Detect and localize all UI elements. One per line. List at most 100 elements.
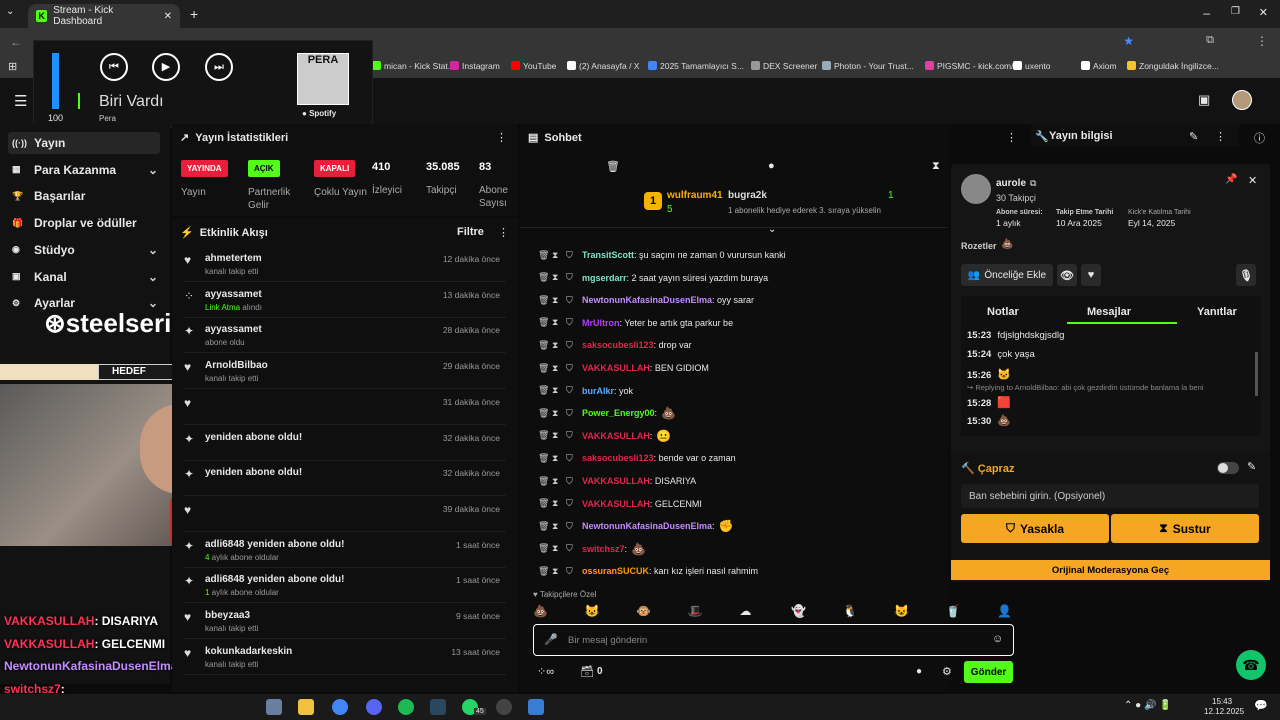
sidebar-item-1[interactable]: ▦ Para Kazanma ⌄: [12, 163, 158, 177]
delete-message-icon[interactable]: 🗑: [538, 453, 552, 464]
timeout-user-icon[interactable]: ⧗: [552, 295, 566, 306]
info-circle-icon[interactable]: ⓘ: [1254, 130, 1265, 146]
bookmark-star-icon[interactable]: ★: [1123, 34, 1134, 48]
microphone-icon[interactable]: 🎤: [544, 633, 558, 646]
pinned-expand-icon[interactable]: ⌄: [768, 224, 776, 235]
emote-icon[interactable]: 🥤: [946, 604, 961, 618]
activity-item[interactable]: ♥ kokunkadarkeskin kanalı takip etti 13 saa…: [184, 643, 506, 675]
back-icon[interactable]: ←: [10, 35, 22, 49]
notification-icon[interactable]: 💬: [1254, 699, 1268, 712]
delete-message-icon[interactable]: 🗑: [538, 340, 552, 351]
close-card-icon[interactable]: ✕: [1248, 174, 1257, 187]
delete-message-icon[interactable]: 🗑: [538, 295, 552, 306]
stats-menu-icon[interactable]: ⋮: [496, 131, 507, 144]
chat-username[interactable]: NewtonunKafasinaDusenElma: [582, 295, 712, 305]
chat-username[interactable]: NewtonunKafasinaDusenElma: [582, 521, 712, 531]
emote-icon[interactable]: 🎩: [688, 604, 703, 618]
scrollbar[interactable]: [1255, 352, 1258, 396]
play-button[interactable]: ▶: [152, 53, 180, 81]
spotify-icon[interactable]: [398, 699, 414, 715]
timeout-user-icon[interactable]: ⧗: [552, 272, 566, 283]
chat-username[interactable]: VAKKASULLAH: [582, 431, 650, 441]
chrome-icon[interactable]: [332, 699, 348, 715]
delete-message-icon[interactable]: 🗑: [538, 272, 552, 283]
chat-username[interactable]: VAKKASULLAH: [582, 476, 650, 486]
timeout-user-icon[interactable]: ⧗: [552, 385, 566, 396]
timeout-user-icon[interactable]: ⧗: [552, 566, 566, 577]
bookmark-item[interactable]: PIGSMC - kick.com/...: [925, 61, 1021, 71]
infinity-icon[interactable]: ⁘∞: [537, 665, 554, 678]
bookmark-item[interactable]: YouTube: [511, 61, 556, 71]
maximize-icon[interactable]: ❐: [1231, 6, 1240, 17]
bookmark-item[interactable]: mican - Kick Stat...: [372, 61, 455, 71]
chat-bubble-icon[interactable]: ●: [768, 160, 775, 172]
timeout-user-icon[interactable]: ⧗: [552, 408, 566, 419]
bookmark-item[interactable]: 2025 Tamamlayıcı S...: [648, 61, 744, 71]
activity-item[interactable]: ♥ bbeyzaa3 kanalı takip etti 9 saat önce: [184, 607, 506, 639]
activity-item[interactable]: ♥ 31 dakika önce: [184, 393, 506, 425]
timeout-user-icon[interactable]: ⧗: [552, 521, 566, 532]
chat-username[interactable]: VAKKASULLAH: [582, 499, 650, 509]
sidebar-item-5[interactable]: ▣ Kanal ⌄: [12, 270, 158, 284]
delete-message-icon[interactable]: 🗑: [538, 250, 552, 261]
mute-button[interactable]: ⧗ Sustur: [1111, 514, 1259, 543]
activity-item[interactable]: ♥ 39 dakika önce: [184, 500, 506, 532]
chat-username[interactable]: Power_Energy00: [582, 408, 655, 418]
file-explorer-icon[interactable]: [298, 699, 314, 715]
discord-icon[interactable]: [366, 699, 382, 715]
emote-icon[interactable]: 😺: [585, 604, 600, 618]
menu-icon[interactable]: ⋮: [1256, 34, 1268, 48]
send-button[interactable]: Gönder: [964, 661, 1013, 683]
new-tab-icon[interactable]: +: [190, 6, 198, 22]
chest-icon[interactable]: 🗃: [580, 665, 594, 678]
browser-tab[interactable]: K Stream - Kick Dashboard ✕: [28, 4, 180, 28]
gear-icon[interactable]: ⚙: [942, 665, 952, 678]
delete-message-icon[interactable]: 🗑: [538, 363, 552, 374]
chat-options-icon[interactable]: ⋮: [1006, 131, 1017, 144]
bookmark-item[interactable]: Zonguldak İngilizce...: [1127, 61, 1219, 71]
emote-icon[interactable]: 😺: [894, 604, 909, 618]
timeout-icon[interactable]: ⧗: [932, 160, 940, 173]
copy-icon[interactable]: ⧉: [1030, 178, 1036, 189]
delete-message-icon[interactable]: 🗑: [538, 430, 552, 441]
timeout-user-icon[interactable]: ⧗: [552, 543, 566, 554]
delete-message-icon[interactable]: 🗑: [538, 408, 552, 419]
pin-icon[interactable]: 📌: [1225, 174, 1237, 185]
timeout-user-icon[interactable]: ⧗: [552, 340, 566, 351]
emote-icon[interactable]: 🐵: [636, 604, 651, 618]
chat-username[interactable]: switchsz7: [582, 544, 625, 554]
original-moderation-button[interactable]: Orijinal Moderasyona Geç: [951, 560, 1270, 580]
next-track-button[interactable]: ⏭: [205, 53, 233, 81]
chat-username[interactable]: burAlkr: [582, 386, 614, 396]
activity-item[interactable]: ✦ yeniden abone oldu! 32 dakika önce: [184, 429, 506, 461]
sidebar-item-2[interactable]: 🏆 Başarılar: [12, 189, 158, 203]
sidebar-item-0[interactable]: ((·)) Yayın: [12, 136, 158, 150]
delete-message-icon[interactable]: 🗑: [538, 317, 552, 328]
chat-username[interactable]: saksocubesli123: [582, 453, 654, 463]
eye-icon[interactable]: 👁: [1057, 264, 1077, 286]
delete-message-icon[interactable]: 🗑: [538, 385, 552, 396]
chat-input[interactable]: Bir mesaj gönderin: [568, 635, 647, 646]
user-name[interactable]: aurole: [996, 178, 1026, 189]
bookmark-item[interactable]: (2) Anasayfa / X: [567, 61, 639, 71]
window-close-icon[interactable]: ✕: [1259, 6, 1268, 19]
steam-icon[interactable]: [430, 699, 446, 715]
bookmark-item[interactable]: Photon - Your Trust...: [822, 61, 914, 71]
activity-item[interactable]: ✦ adli6848 yeniden abone oldu! 1 aylık abo…: [184, 571, 506, 604]
bookmark-item[interactable]: Axiom: [1081, 61, 1117, 71]
emote-icon[interactable]: 👻: [791, 604, 806, 618]
emoji-icon[interactable]: ☺: [992, 633, 1003, 645]
edit-icon[interactable]: ✎: [1189, 130, 1198, 143]
chat-input-box[interactable]: 🎤 Bir mesaj gönderin ☺: [533, 624, 1014, 656]
bookmark-item[interactable]: uxento: [1013, 61, 1051, 71]
timeout-user-icon[interactable]: ⧗: [552, 250, 566, 261]
activity-menu-icon[interactable]: ⋮: [498, 226, 509, 239]
filter-button[interactable]: Filtre: [457, 226, 484, 238]
timeout-user-icon[interactable]: ⧗: [552, 363, 566, 374]
info-menu-icon[interactable]: ⋮: [1215, 130, 1226, 143]
mic-toggle-icon[interactable]: 🎙: [1236, 264, 1256, 286]
delete-message-icon[interactable]: 🗑: [538, 566, 552, 577]
apps-icon[interactable]: ⊞: [8, 60, 17, 73]
chat-username[interactable]: TransitScott: [582, 250, 634, 260]
chat-username[interactable]: mgserdarr: [582, 273, 627, 283]
